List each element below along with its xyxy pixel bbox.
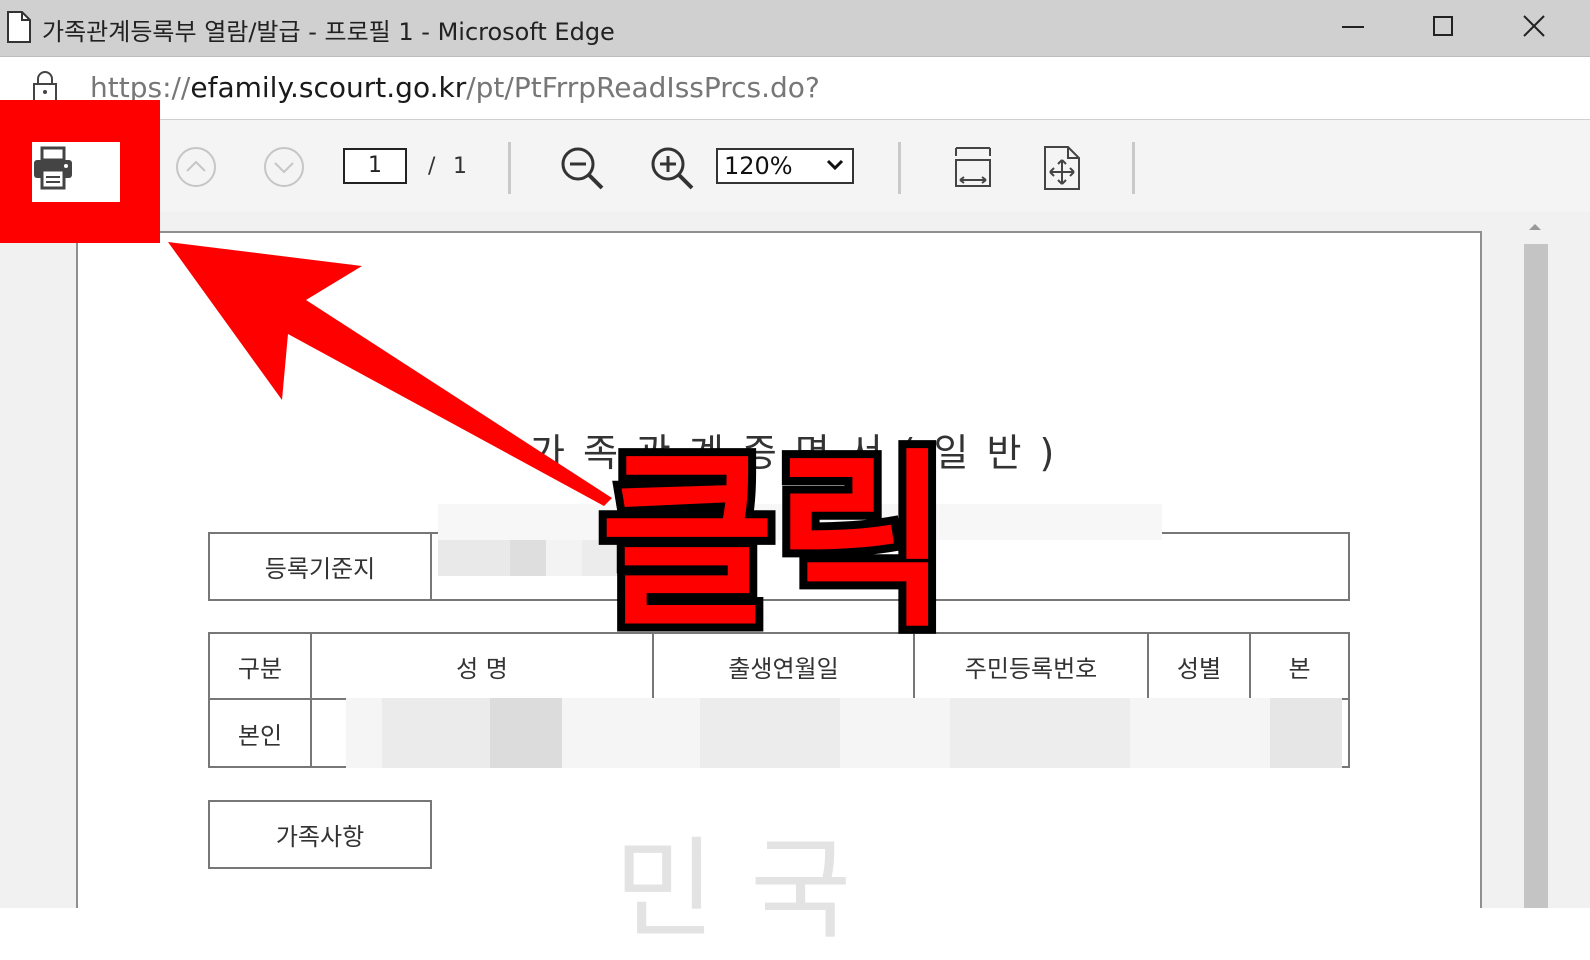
- click-annotation: 클릭: [592, 432, 958, 653]
